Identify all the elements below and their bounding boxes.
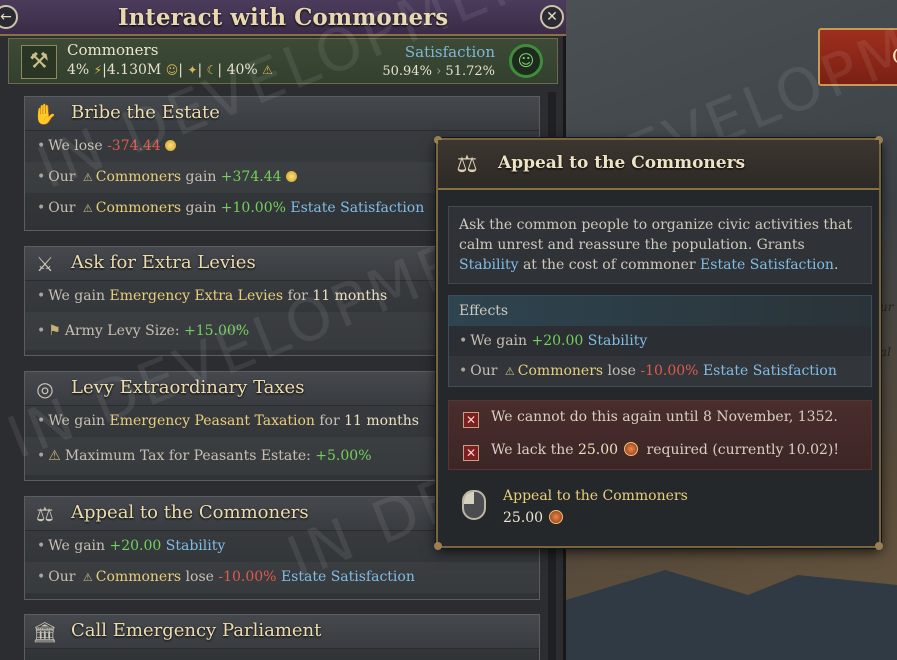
tooltip-header: ⚖ Appeal to the Commoners	[438, 140, 879, 190]
tax-icon: ⚠	[48, 448, 61, 464]
moon-icon: ☾	[206, 63, 218, 77]
close-icon: ✕	[546, 9, 558, 25]
gold-icon	[285, 171, 297, 182]
cost-value: 25.00	[503, 510, 567, 526]
action-emergency-parliament[interactable]: 🏛 Call Emergency Parliament	[24, 614, 540, 660]
effects-header: Effects	[449, 296, 871, 326]
cost-action-name: Appeal to the Commoners	[503, 488, 688, 504]
map-location-banner[interactable]: C	[818, 28, 897, 86]
satisfaction-values: 50.94% › 51.72%	[382, 64, 495, 79]
commoners-small-icon: ⚠	[504, 365, 515, 378]
scales-icon: ⚖	[456, 150, 478, 178]
tooltip-requirements: ✕ We cannot do this again until 8 Novembe…	[448, 400, 872, 470]
action-title: Bribe the Estate	[71, 102, 220, 123]
panel-title: Interact with Commoners	[117, 4, 449, 31]
power-icon: ⚡	[93, 63, 103, 77]
close-button[interactable]: ✕	[540, 5, 564, 29]
effect-line: • Our ⚠ Commoners lose -10.00% Estate Sati…	[449, 356, 871, 386]
estate-population: 4.130M	[106, 62, 162, 78]
commoners-small-icon: ⚠	[82, 202, 93, 215]
levy-icon: ⚑	[48, 323, 61, 339]
action-title: Call Emergency Parliament	[71, 620, 322, 641]
cross-icon: ✕	[463, 412, 479, 428]
hand-coin-icon: ✋	[32, 102, 58, 126]
arrow-right-icon: ›	[436, 64, 442, 79]
estate-summary: ⚒ Commoners 4% ⚡|4.130M ☺| ✦| ☾| 40% ⚠ S…	[8, 38, 558, 84]
estate-name: Commoners	[67, 41, 159, 59]
tooltip-cost: Appeal to the Commoners 25.00	[456, 486, 866, 536]
back-button[interactable]: ←	[0, 5, 18, 29]
effect-line: • Our ⚠ Commoners lose -10.00% Estate Sati…	[25, 562, 539, 593]
estate-loyalty: 40%	[226, 62, 258, 78]
tooltip-effects: Effects • We gain +20.00 Stability • Our ⚠…	[448, 295, 872, 387]
gold-icon	[164, 140, 176, 151]
commoners-small-icon: ⚠	[82, 171, 93, 184]
panel-titlebar: ← Interact with Commoners ✕	[0, 0, 566, 36]
map-label: al	[880, 345, 891, 359]
crossed-spears-icon: ⚔	[36, 252, 54, 276]
map-label: ur	[880, 300, 894, 314]
requirement-failed: ✕ We lack the 25.00 required (currently 1…	[449, 434, 871, 467]
tooltip-description: Ask the common people to organize civic …	[448, 206, 872, 284]
requirement-failed: ✕ We cannot do this again until 8 Novembe…	[449, 401, 871, 434]
action-tooltip: ⚖ Appeal to the Commoners Ask the common…	[434, 136, 883, 550]
mouse-left-click-icon	[462, 490, 486, 520]
satisfaction-face-icon[interactable]: ☺	[509, 44, 543, 78]
estate-power: 4%	[67, 62, 90, 78]
favor-icon	[624, 442, 639, 456]
scales-icon: ⚖	[36, 502, 54, 526]
cross-icon: ✕	[463, 445, 479, 461]
arrow-left-icon: ←	[0, 9, 12, 25]
satisfaction-label: Satisfaction	[404, 43, 495, 61]
effect-line: • We gain +20.00 Stability	[459, 333, 648, 349]
coin-stack-icon: ◎	[36, 377, 54, 401]
favor-icon	[549, 510, 564, 524]
population-icon: ☺	[165, 63, 179, 77]
influence-icon: ✦	[187, 63, 198, 77]
estate-stats: 4% ⚡|4.130M ☺| ✦| ☾| 40% ⚠	[67, 62, 273, 78]
action-title: Ask for Extra Levies	[71, 252, 256, 273]
commoners-small-icon: ⚠	[262, 63, 273, 77]
action-title: Levy Extraordinary Taxes	[71, 377, 305, 398]
parliament-icon: 🏛	[32, 620, 58, 644]
commoners-estate-icon[interactable]: ⚒	[21, 45, 57, 79]
tooltip-title: Appeal to the Commoners	[498, 153, 746, 173]
action-title: Appeal to the Commoners	[71, 502, 309, 523]
commoners-small-icon: ⚠	[82, 571, 93, 584]
